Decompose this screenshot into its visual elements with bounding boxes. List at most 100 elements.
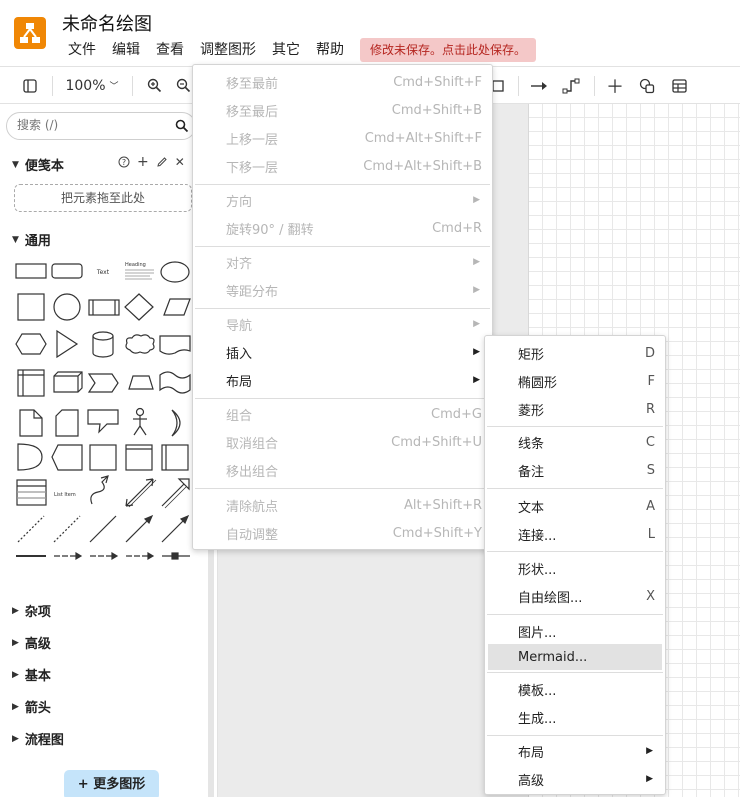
shape-link-1[interactable] — [54, 551, 83, 561]
shape-ellipse[interactable] — [160, 261, 190, 283]
insert-note[interactable]: 备注 S — [485, 457, 665, 483]
insert-generate[interactable]: 生成... — [485, 704, 665, 730]
shape-process[interactable] — [88, 299, 120, 316]
shape-circle[interactable] — [53, 293, 81, 321]
zoom-in-icon[interactable] — [143, 67, 165, 104]
general-shapes-palette[interactable]: Text Heading List Item — [14, 252, 194, 572]
zoom-out-icon[interactable] — [176, 67, 192, 104]
menu-item-layout[interactable]: 布局 ▶ — [193, 367, 492, 393]
insert-freehand[interactable]: 自由绘图... X — [485, 583, 665, 609]
shape-link-2[interactable] — [90, 551, 119, 561]
shape-display[interactable] — [51, 444, 83, 471]
shape-cloud[interactable] — [125, 334, 155, 354]
caret-down-icon: ▼ — [12, 159, 19, 170]
shape-bidirectional-line[interactable] — [161, 514, 190, 543]
shape-internal-storage[interactable] — [17, 369, 45, 397]
insert-template[interactable]: 模板... — [485, 676, 665, 702]
shape-list[interactable] — [16, 479, 47, 506]
section-basic[interactable]: ▶ 基本 — [12, 665, 51, 684]
shape-trapezoid[interactable] — [128, 375, 154, 390]
insert-rhombus[interactable]: 菱形 R — [485, 396, 665, 422]
shape-cylinder[interactable] — [92, 331, 114, 358]
insert-text[interactable]: 文本 A — [485, 493, 665, 519]
shape-cube[interactable] — [53, 371, 83, 393]
shape-curved-arrow[interactable] — [90, 475, 109, 505]
shape-actor[interactable] — [133, 407, 147, 436]
connection-arrow-icon[interactable] — [528, 67, 550, 104]
insert-image[interactable]: 图片... — [485, 618, 665, 644]
shape-arrow[interactable] — [161, 478, 190, 509]
shape-triangle[interactable] — [56, 329, 79, 359]
shape-link-4[interactable] — [162, 552, 190, 560]
search-input[interactable] — [17, 118, 167, 132]
sidebar: ▼ 便笺本 ? + ✕ 把元素拖至此处 ▼ 通用 Text Heading — [0, 104, 218, 797]
shape-parallelogram[interactable] — [163, 298, 191, 316]
submenu-arrow-icon: ▶ — [646, 774, 653, 784]
waypoint-icon[interactable] — [560, 67, 582, 104]
shape-callout[interactable] — [87, 409, 119, 434]
shape-or[interactable] — [171, 409, 181, 437]
shape-list-item[interactable]: List Item — [54, 492, 76, 498]
shape-square-2[interactable] — [89, 444, 117, 471]
shape-rounded-rectangle[interactable] — [51, 263, 83, 279]
shape-directional-line[interactable] — [125, 514, 154, 543]
menu-view[interactable]: 查看 — [148, 39, 192, 61]
shape-heading-textbox[interactable]: Heading — [125, 262, 154, 280]
zoom-dropdown[interactable]: 100% ﹀ — [62, 67, 122, 104]
sidebar-toggle-icon[interactable] — [18, 67, 42, 104]
insert-rectangle[interactable]: 矩形 D — [485, 340, 665, 366]
add-icon[interactable]: + — [137, 155, 149, 171]
table-icon[interactable] — [668, 67, 690, 104]
shape-hexagon[interactable] — [15, 333, 47, 355]
shape-link-3[interactable] — [126, 551, 155, 561]
shape-card[interactable] — [55, 409, 79, 437]
insert-link[interactable]: 连接... L — [485, 521, 665, 547]
insert-advanced[interactable]: 高级 ▶ — [485, 766, 665, 792]
scratchpad-dropzone[interactable]: 把元素拖至此处 — [14, 184, 192, 212]
menu-edit[interactable]: 编辑 — [104, 39, 148, 61]
search-icon[interactable] — [175, 119, 189, 137]
menu-item-rotate: 旋转90° / 翻转 Cmd+R — [226, 220, 482, 238]
menu-file[interactable]: 文件 — [60, 39, 104, 61]
insert-ellipse[interactable]: 椭圆形 F — [485, 368, 665, 394]
shape-diamond[interactable] — [124, 293, 154, 321]
section-advanced[interactable]: ▶ 高级 — [12, 633, 51, 652]
close-icon[interactable]: ✕ — [175, 156, 185, 171]
shape-delay[interactable] — [17, 443, 43, 471]
menu-help[interactable]: 帮助 — [308, 39, 352, 61]
general-section-header[interactable]: ▼ 通用 — [12, 230, 51, 249]
shape-rectangle[interactable] — [15, 263, 47, 279]
caret-right-icon: ▶ — [12, 605, 19, 616]
menu-arrange[interactable]: 调整图形 — [192, 39, 264, 61]
shape-step[interactable] — [87, 373, 119, 393]
shadow-icon[interactable] — [492, 67, 506, 104]
menu-extras[interactable]: 其它 — [264, 39, 308, 61]
shape-square[interactable] — [17, 293, 45, 321]
shape-swimlane[interactable] — [161, 444, 189, 471]
insert-plus-icon[interactable]: ＋ — [604, 67, 626, 104]
more-shapes-button[interactable]: + 更多图形 — [64, 770, 159, 797]
shape-text[interactable]: Text — [96, 269, 110, 276]
shape-tape[interactable] — [159, 371, 191, 394]
shape-document[interactable] — [159, 335, 191, 355]
document-title[interactable]: 未命名绘图 — [62, 10, 152, 36]
shape-note[interactable] — [19, 409, 43, 437]
shape-bidirectional-arrow[interactable] — [125, 478, 157, 508]
insert-mermaid[interactable]: Mermaid... — [488, 644, 662, 670]
menu-item-insert[interactable]: 插入 ▶ — [193, 339, 492, 365]
section-arrows[interactable]: ▶ 箭头 — [12, 697, 51, 716]
section-misc[interactable]: ▶ 杂项 — [12, 601, 51, 620]
shapes-icon[interactable] — [636, 67, 658, 104]
insert-layout[interactable]: 布局 ▶ — [485, 738, 665, 764]
help-icon[interactable]: ? — [118, 156, 130, 171]
insert-shape[interactable]: 形状... — [485, 555, 665, 581]
scratchpad-header[interactable]: ▼ 便笺本 — [12, 155, 64, 174]
shape-dotted-line[interactable] — [17, 515, 45, 543]
insert-line[interactable]: 线条 C — [485, 429, 665, 455]
shape-dashed-line[interactable] — [53, 515, 81, 543]
section-flowchart[interactable]: ▶ 流程图 — [12, 729, 64, 748]
unsaved-warning-button[interactable]: 修改未保存。点击此处保存。 — [360, 38, 537, 62]
shape-line[interactable] — [89, 515, 117, 543]
shape-container[interactable] — [125, 444, 153, 471]
edit-pencil-icon[interactable] — [156, 156, 168, 171]
